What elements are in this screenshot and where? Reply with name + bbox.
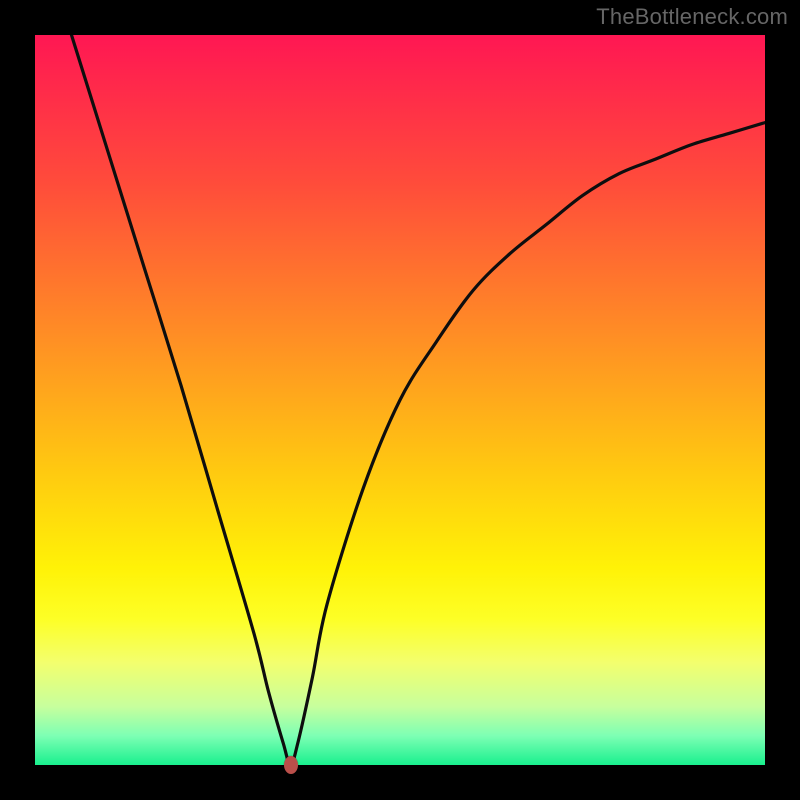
bottleneck-curve bbox=[35, 35, 765, 765]
chart-frame: TheBottleneck.com bbox=[0, 0, 800, 800]
watermark-text: TheBottleneck.com bbox=[596, 4, 788, 30]
optimal-point-marker bbox=[284, 756, 298, 774]
plot-area bbox=[35, 35, 765, 765]
